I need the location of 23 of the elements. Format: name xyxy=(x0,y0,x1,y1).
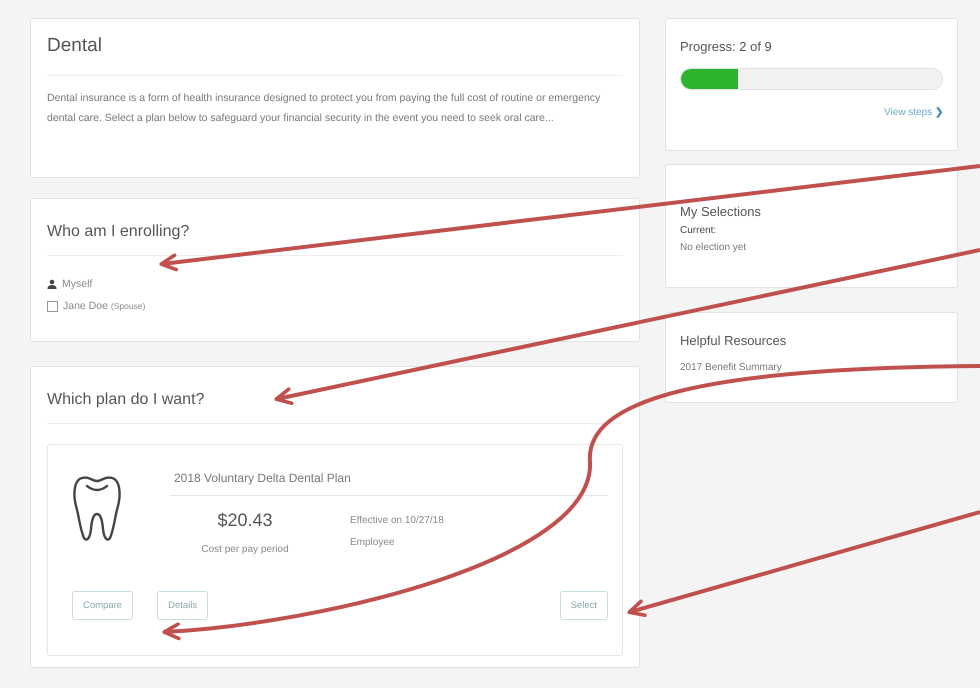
member-label: Myself xyxy=(62,278,92,290)
current-value: No election yet xyxy=(680,242,748,253)
plan-name: 2018 Voluntary Delta Dental Plan xyxy=(170,453,608,496)
select-button[interactable]: Select xyxy=(560,591,608,620)
effective-date: Effective on 10/27/18 xyxy=(350,514,444,528)
resource-link[interactable]: 2017 Benefit Summary xyxy=(680,362,943,373)
coverage-text: Employee xyxy=(350,536,396,550)
current-label: Current: xyxy=(680,225,718,236)
person-icon xyxy=(47,279,57,289)
checkbox[interactable] xyxy=(47,300,58,312)
progress-label: Progress: 2 of 9 xyxy=(680,38,773,56)
member-label: Jane Doe (Spouse) xyxy=(63,300,146,312)
price-caption: Cost per pay period xyxy=(200,543,290,557)
description-text: Dental insurance is a form of health insurance designed to protect you from paying the full cost of routine or emergency dental care. Select a plan below to safeguard your financial security in the event you need to seek oral care... xyxy=(47,91,602,126)
view-steps-link[interactable]: View steps ❯ xyxy=(884,106,943,118)
plan-button[interactable]: Details xyxy=(157,591,208,620)
card-title: Who am I enrolling? xyxy=(47,199,623,256)
card-title: My Selections xyxy=(680,203,762,219)
plan-button[interactable]: Compare xyxy=(72,591,134,620)
card-title: Helpful Resources xyxy=(680,332,788,350)
price-text: $20.43 xyxy=(216,510,274,531)
card-title: Which plan do I want? xyxy=(47,367,623,424)
card-title: Dental xyxy=(47,19,623,76)
